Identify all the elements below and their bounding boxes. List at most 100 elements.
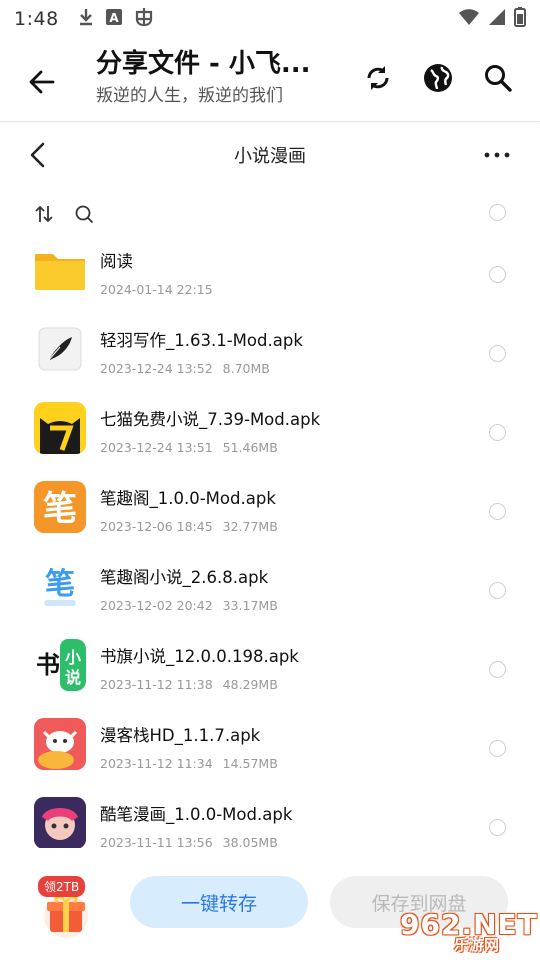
feather-app-icon <box>34 323 86 375</box>
status-bar: 1:48 A <box>0 0 540 38</box>
battery-icon <box>514 7 526 31</box>
folder-icon <box>34 244 86 296</box>
folder-nav: 小说漫画 <box>0 130 540 180</box>
file-name: 轻羽写作_1.63.1-Mod.apk <box>100 331 303 350</box>
gift-badge: 领2TB <box>38 876 86 897</box>
file-size: 38.05MB <box>222 835 278 848</box>
more-button[interactable] <box>482 140 512 170</box>
file-size: 48.29MB <box>222 677 278 692</box>
file-size: 33.17MB <box>222 598 278 613</box>
search-button[interactable] <box>480 60 516 96</box>
select-all-radio[interactable] <box>489 204 506 221</box>
download-icon <box>77 7 95 31</box>
status-time: 1:48 <box>14 8 59 30</box>
system-status-icons <box>458 7 526 31</box>
file-date: 2023-11-11 13:56 <box>100 835 213 848</box>
refresh-button[interactable] <box>360 60 396 96</box>
file-name: 漫客栈HD_1.1.7.apk <box>100 726 261 745</box>
gift-promo-button[interactable]: 领2TB <box>36 874 96 940</box>
page-subtitle: 叛逆的人生，叛逆的我们 <box>96 86 283 106</box>
file-size: 8.70MB <box>222 361 270 376</box>
globe-icon <box>424 64 452 92</box>
biquge-novel-app-icon: 笔 <box>34 560 86 612</box>
file-meta: 2023-12-02 20:42 33.17MB <box>100 598 278 613</box>
file-meta: 2024-01-14 22:15 <box>100 282 213 297</box>
file-size: 14.57MB <box>222 756 278 771</box>
select-radio[interactable] <box>489 345 506 362</box>
file-meta: 2023-11-12 11:38 48.29MB <box>100 677 278 692</box>
list-item[interactable]: 漫客栈HD_1.1.7.apk 2023-11-12 11:34 14.57MB <box>0 710 540 789</box>
file-meta: 2023-12-24 13:51 51.46MB <box>100 440 278 455</box>
list-item[interactable]: 笔 笔趣阁小说_2.6.8.apk 2023-12-02 20:42 33.17M… <box>0 552 540 631</box>
select-radio[interactable] <box>489 424 506 441</box>
file-meta: 2023-12-24 13:52 8.70MB <box>100 361 270 376</box>
file-date: 2023-12-24 13:51 <box>100 440 213 455</box>
file-name: 七猫免费小说_7.39-Mod.apk <box>100 410 321 429</box>
wifi-icon <box>458 8 480 30</box>
refresh-icon <box>367 66 389 90</box>
svg-text:笔: 笔 <box>45 567 75 602</box>
list-item[interactable]: 七猫免费小说_7.39-Mod.apk 2023-12-24 13:51 51.4… <box>0 394 540 473</box>
black-cat-app-icon <box>34 402 86 454</box>
folder-title: 小说漫画 <box>234 146 306 167</box>
back-button[interactable] <box>22 62 62 102</box>
notification-icons: A <box>77 6 155 32</box>
select-radio[interactable] <box>489 582 506 599</box>
svg-text:书: 书 <box>36 651 60 679</box>
mankezhan-app-icon <box>34 718 86 770</box>
file-date: 2023-12-06 18:45 <box>100 519 213 534</box>
list-item[interactable]: 笔 笔趣阁_1.0.0-Mod.apk 2023-12-06 18:45 32.7… <box>0 473 540 552</box>
list-toolbar <box>0 196 540 232</box>
search-icon <box>485 65 512 92</box>
watermark-logo: 962.NET 乐游网 <box>398 908 537 954</box>
svg-text:说: 说 <box>65 668 81 687</box>
svg-text:A: A <box>109 11 119 25</box>
sort-icon <box>35 205 53 223</box>
sort-button[interactable] <box>32 202 56 226</box>
file-date: 2024-01-14 22:15 <box>100 282 213 297</box>
file-name: 书旗小说_12.0.0.198.apk <box>100 647 299 666</box>
filter-search-button[interactable] <box>72 202 96 226</box>
select-radio[interactable] <box>489 819 506 836</box>
file-name: 阅读 <box>100 252 133 271</box>
file-date: 2023-11-12 11:34 <box>100 756 213 771</box>
list-item[interactable]: 书小说 书旗小说_12.0.0.198.apk 2023-11-12 11:38… <box>0 631 540 710</box>
file-meta: 2023-12-06 18:45 32.77MB <box>100 519 278 534</box>
more-icon <box>484 152 510 158</box>
select-radio[interactable] <box>489 503 506 520</box>
biquge-app-icon: 笔 <box>34 481 86 533</box>
file-list: 阅读 2024-01-14 22:15 轻羽写作_1.63.1-Mod.apk … <box>0 236 540 848</box>
file-date: 2023-12-02 20:42 <box>100 598 213 613</box>
file-size: 32.77MB <box>222 519 278 534</box>
title-block: 分享文件 - 小飞... 叛逆的人生，叛逆的我们 <box>96 46 336 108</box>
file-size: 51.46MB <box>222 440 278 455</box>
list-item[interactable]: 阅读 2024-01-14 22:15 <box>0 236 540 315</box>
file-date: 2023-12-24 13:52 <box>100 361 213 376</box>
file-name: 酷笔漫画_1.0.0-Mod.apk <box>100 805 293 824</box>
one-click-transfer-button[interactable]: 一键转存 <box>130 876 308 928</box>
file-name: 笔趣阁小说_2.6.8.apk <box>100 568 269 587</box>
bottom-action-bar: 领2TB 一键转存 保存到网盘 962.NET 乐游网 <box>0 848 540 960</box>
file-date: 2023-11-12 11:38 <box>100 677 213 692</box>
app-bar: 分享文件 - 小飞... 叛逆的人生，叛逆的我们 <box>0 38 540 122</box>
kubi-app-icon <box>34 797 86 848</box>
back-arrow-icon <box>29 70 55 94</box>
signal-icon <box>488 8 506 30</box>
page-title: 分享文件 - 小飞... <box>96 49 311 79</box>
a-notification-icon: A <box>105 8 123 30</box>
file-name: 笔趣阁_1.0.0-Mod.apk <box>100 489 276 508</box>
search-icon <box>75 205 93 223</box>
file-meta: 2023-11-12 11:34 14.57MB <box>100 756 278 771</box>
svg-text:笔: 笔 <box>43 489 77 529</box>
select-radio[interactable] <box>489 266 506 283</box>
select-radio[interactable] <box>489 740 506 757</box>
list-item[interactable]: 轻羽写作_1.63.1-Mod.apk 2023-12-24 13:52 8.70… <box>0 315 540 394</box>
file-meta: 2023-11-11 13:56 38.05MB <box>100 835 278 848</box>
svg-text:小: 小 <box>65 648 81 667</box>
bug-notification-icon <box>133 6 155 32</box>
web-button[interactable] <box>420 60 456 96</box>
shuqi-app-icon: 书小说 <box>34 639 86 691</box>
select-radio[interactable] <box>489 661 506 678</box>
list-item[interactable]: 酷笔漫画_1.0.0-Mod.apk 2023-11-11 13:56 38.05… <box>0 789 540 848</box>
watermark-subtext: 乐游网 <box>454 936 500 954</box>
